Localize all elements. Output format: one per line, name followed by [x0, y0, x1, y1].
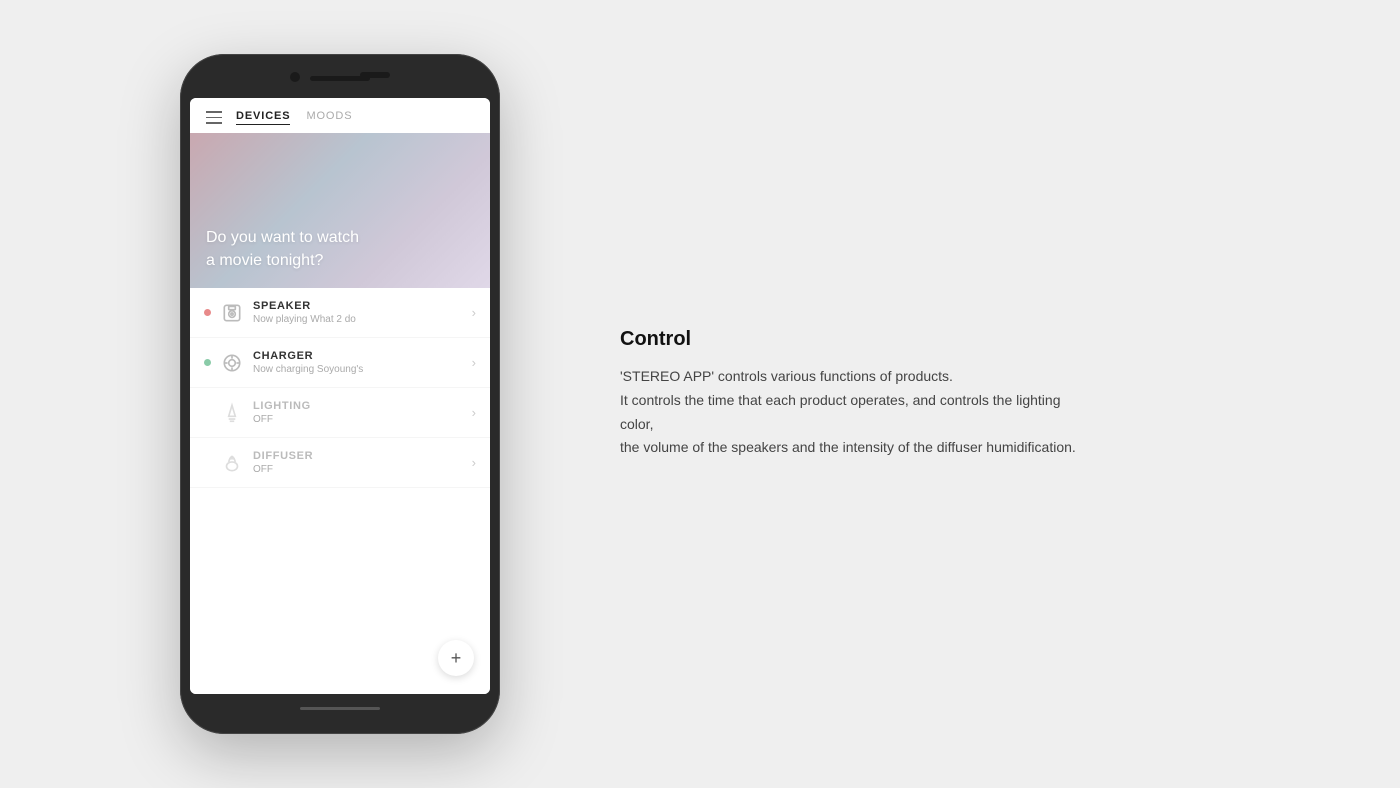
- speaker-status-dot: [204, 309, 211, 316]
- device-item-charger[interactable]: CHARGER Now charging Soyoung's ›: [190, 338, 490, 388]
- lighting-name: LIGHTING: [253, 400, 472, 412]
- lighting-info: LIGHTING OFF: [253, 400, 472, 425]
- description-line1: 'STEREO APP' controls various functions …: [620, 365, 1090, 389]
- device-item-lighting[interactable]: LIGHTING OFF ›: [190, 388, 490, 438]
- device-list: SPEAKER Now playing What 2 do ›: [190, 288, 490, 694]
- diffuser-status-dot: [204, 459, 211, 466]
- description-line2: It controls the time that each product o…: [620, 389, 1090, 437]
- lighting-status-dot: [204, 409, 211, 416]
- diffuser-status: OFF: [253, 464, 472, 475]
- hero-banner: Do you want to watch a movie tonight?: [190, 133, 490, 288]
- phone-camera: [290, 72, 300, 82]
- app-header: DEVICES MOODS: [190, 98, 490, 133]
- phone-sensors: [360, 72, 390, 78]
- tab-devices[interactable]: DEVICES: [236, 110, 290, 125]
- description-title: Control: [620, 328, 1090, 351]
- page-wrapper: DEVICES MOODS Do you want to watch a mov…: [0, 0, 1400, 788]
- charger-icon: [221, 352, 243, 374]
- phone-top-bar: [190, 68, 490, 96]
- description-body: 'STEREO APP' controls various functions …: [620, 365, 1090, 460]
- speaker-status: Now playing What 2 do: [253, 314, 472, 325]
- lighting-icon: [221, 402, 243, 424]
- home-indicator: [300, 707, 380, 710]
- phone-screen: DEVICES MOODS Do you want to watch a mov…: [190, 98, 490, 694]
- tab-moods[interactable]: MOODS: [306, 110, 352, 125]
- device-item-diffuser[interactable]: DIFFUSER OFF ›: [190, 438, 490, 488]
- diffuser-chevron-icon: ›: [472, 455, 476, 470]
- diffuser-icon: [221, 452, 243, 474]
- lighting-status: OFF: [253, 414, 472, 425]
- device-item-speaker[interactable]: SPEAKER Now playing What 2 do ›: [190, 288, 490, 338]
- speaker-name: SPEAKER: [253, 300, 472, 312]
- phone-mockup: DEVICES MOODS Do you want to watch a mov…: [180, 54, 500, 734]
- speaker-chevron-icon: ›: [472, 305, 476, 320]
- hero-text: Do you want to watch a movie tonight?: [206, 227, 359, 272]
- charger-info: CHARGER Now charging Soyoung's: [253, 350, 472, 375]
- charger-chevron-icon: ›: [472, 355, 476, 370]
- phone-bottom-bar: [190, 694, 490, 722]
- description-panel: Control 'STEREO APP' controls various fu…: [500, 328, 1150, 460]
- charger-name: CHARGER: [253, 350, 472, 362]
- diffuser-name: DIFFUSER: [253, 450, 472, 462]
- hamburger-menu-icon[interactable]: [206, 111, 222, 124]
- description-line3: the volume of the speakers and the inten…: [620, 436, 1090, 460]
- add-device-button[interactable]: +: [438, 640, 474, 676]
- speaker-info: SPEAKER Now playing What 2 do: [253, 300, 472, 325]
- nav-tabs: DEVICES MOODS: [236, 110, 352, 125]
- speaker-icon: [221, 302, 243, 324]
- diffuser-info: DIFFUSER OFF: [253, 450, 472, 475]
- charger-status: Now charging Soyoung's: [253, 364, 472, 375]
- lighting-chevron-icon: ›: [472, 405, 476, 420]
- charger-status-dot: [204, 359, 211, 366]
